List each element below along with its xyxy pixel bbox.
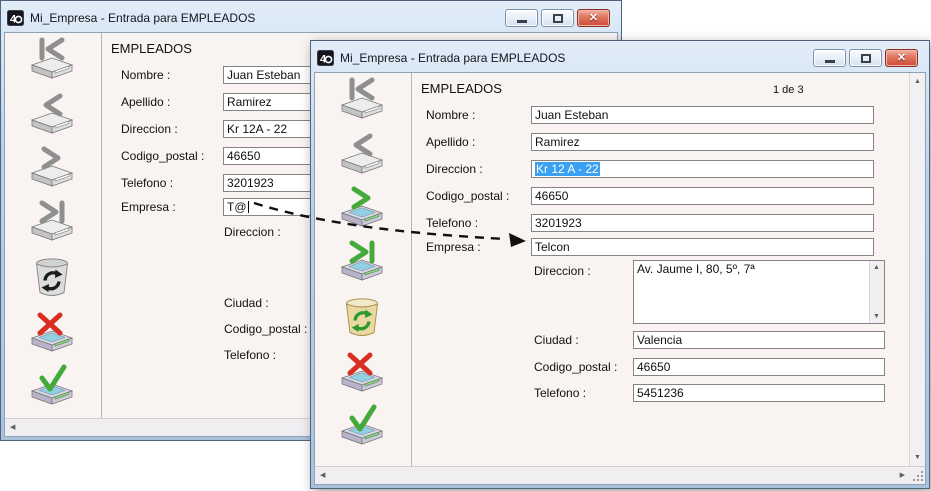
direccion-input[interactable]: Kr 12 A - 22 xyxy=(531,160,874,178)
selected-text: Kr 12 A - 22 xyxy=(535,162,600,176)
field-label: Telefono : xyxy=(224,348,276,362)
window-controls: ✕ xyxy=(813,49,923,67)
horizontal-scrollbar[interactable]: ◀ ▶ xyxy=(315,466,925,484)
field-row: Codigo_postal : 46650 xyxy=(315,187,907,205)
minimize-button[interactable] xyxy=(505,9,538,27)
titlebar[interactable]: 4 Mi_Empresa - Entrada para EMPLEADOS ✕ xyxy=(314,44,926,72)
field-label: Nombre : xyxy=(426,108,475,122)
accept-button[interactable] xyxy=(339,402,385,448)
field-label: Empresa : xyxy=(121,200,176,214)
telefono-input[interactable]: 3201923 xyxy=(531,214,874,232)
field-label: Direccion : xyxy=(426,162,483,176)
minimize-icon xyxy=(517,20,527,23)
field-label: Ciudad : xyxy=(224,296,269,310)
foreground-window: 4 Mi_Empresa - Entrada para EMPLEADOS ✕ … xyxy=(310,40,930,489)
codigo-postal-input[interactable]: 46650 xyxy=(531,187,874,205)
field-row: Direccion : Av. Jaume I, 80, 5º, 7ª ▲ ▼ xyxy=(315,260,907,324)
field-row: Telefono : 3201923 xyxy=(315,214,907,232)
field-row: Empresa : Telcon xyxy=(315,238,907,256)
field-row: Direccion : Kr 12 A - 22 xyxy=(315,160,907,178)
field-row: Codigo_postal : 46650 xyxy=(315,358,907,376)
maximize-icon xyxy=(861,54,871,63)
scroll-up-icon[interactable]: ▲ xyxy=(873,264,880,271)
minimize-icon xyxy=(825,60,835,63)
close-button[interactable]: ✕ xyxy=(885,49,918,67)
minimize-button[interactable] xyxy=(813,49,846,67)
accept-icon xyxy=(29,362,75,408)
field-row: Telefono : 5451236 xyxy=(315,384,907,402)
titlebar[interactable]: 4 Mi_Empresa - Entrada para EMPLEADOS ✕ xyxy=(4,4,618,32)
field-row: Ciudad : Valencia xyxy=(315,331,907,349)
field-label: Empresa : xyxy=(426,240,481,254)
field-label: Codigo_postal : xyxy=(426,189,509,203)
accept-button[interactable] xyxy=(29,362,75,408)
text-cursor xyxy=(248,201,249,213)
scroll-left-icon[interactable]: ◀ xyxy=(10,424,15,431)
textarea-scrollbar[interactable]: ▲ ▼ xyxy=(869,261,884,323)
vertical-scrollbar[interactable]: ▲ ▼ xyxy=(909,73,925,466)
close-icon: ✕ xyxy=(589,13,598,24)
window-controls: ✕ xyxy=(505,9,615,27)
field-label: Direccion : xyxy=(224,225,281,239)
field-row: Nombre : Juan Esteban xyxy=(315,106,907,124)
empresa-telefono-input[interactable]: 5451236 xyxy=(633,384,885,402)
form-title: EMPLEADOS xyxy=(421,81,502,96)
window-title: Mi_Empresa - Entrada para EMPLEADOS xyxy=(30,11,255,25)
app-4d-icon: 4 xyxy=(317,50,334,66)
field-label: Codigo_postal : xyxy=(121,149,204,163)
close-icon: ✕ xyxy=(897,53,906,64)
field-label: Telefono : xyxy=(426,216,478,230)
close-button[interactable]: ✕ xyxy=(577,9,610,27)
resize-grip[interactable] xyxy=(913,470,924,481)
field-label: Ciudad : xyxy=(534,333,579,347)
field-label: Telefono : xyxy=(534,386,586,400)
field-label: Apellido : xyxy=(121,95,170,109)
scroll-right-icon[interactable]: ▶ xyxy=(900,472,905,479)
scroll-down-icon[interactable]: ▼ xyxy=(914,454,921,461)
scroll-left-icon[interactable]: ◀ xyxy=(320,472,325,479)
maximize-button[interactable] xyxy=(541,9,574,27)
form-title: EMPLEADOS xyxy=(111,41,192,56)
field-label: Codigo_postal : xyxy=(534,360,617,374)
scroll-up-icon[interactable]: ▲ xyxy=(914,78,921,85)
field-label: Direccion : xyxy=(534,264,591,278)
apellido-input[interactable]: Ramirez xyxy=(531,133,874,151)
maximize-icon xyxy=(553,14,563,23)
app-4d-icon: 4 xyxy=(7,10,24,26)
field-row: Apellido : Ramirez xyxy=(315,133,907,151)
record-counter: 1 de 3 xyxy=(773,84,804,96)
ciudad-input[interactable]: Valencia xyxy=(633,331,885,349)
empresa-codigo-postal-input[interactable]: 46650 xyxy=(633,358,885,376)
nombre-input[interactable]: Juan Esteban xyxy=(531,106,874,124)
empresa-input[interactable]: Telcon xyxy=(531,238,874,256)
window-title: Mi_Empresa - Entrada para EMPLEADOS xyxy=(340,51,565,65)
accept-icon xyxy=(339,402,385,448)
empresa-direccion-textarea[interactable]: Av. Jaume I, 80, 5º, 7ª ▲ ▼ xyxy=(633,260,885,324)
scroll-down-icon[interactable]: ▼ xyxy=(873,313,880,320)
maximize-button[interactable] xyxy=(849,49,882,67)
field-label: Telefono : xyxy=(121,176,173,190)
field-label: Apellido : xyxy=(426,135,475,149)
field-label: Nombre : xyxy=(121,68,170,82)
field-label: Direccion : xyxy=(121,122,178,136)
field-label: Codigo_postal : xyxy=(224,322,307,336)
